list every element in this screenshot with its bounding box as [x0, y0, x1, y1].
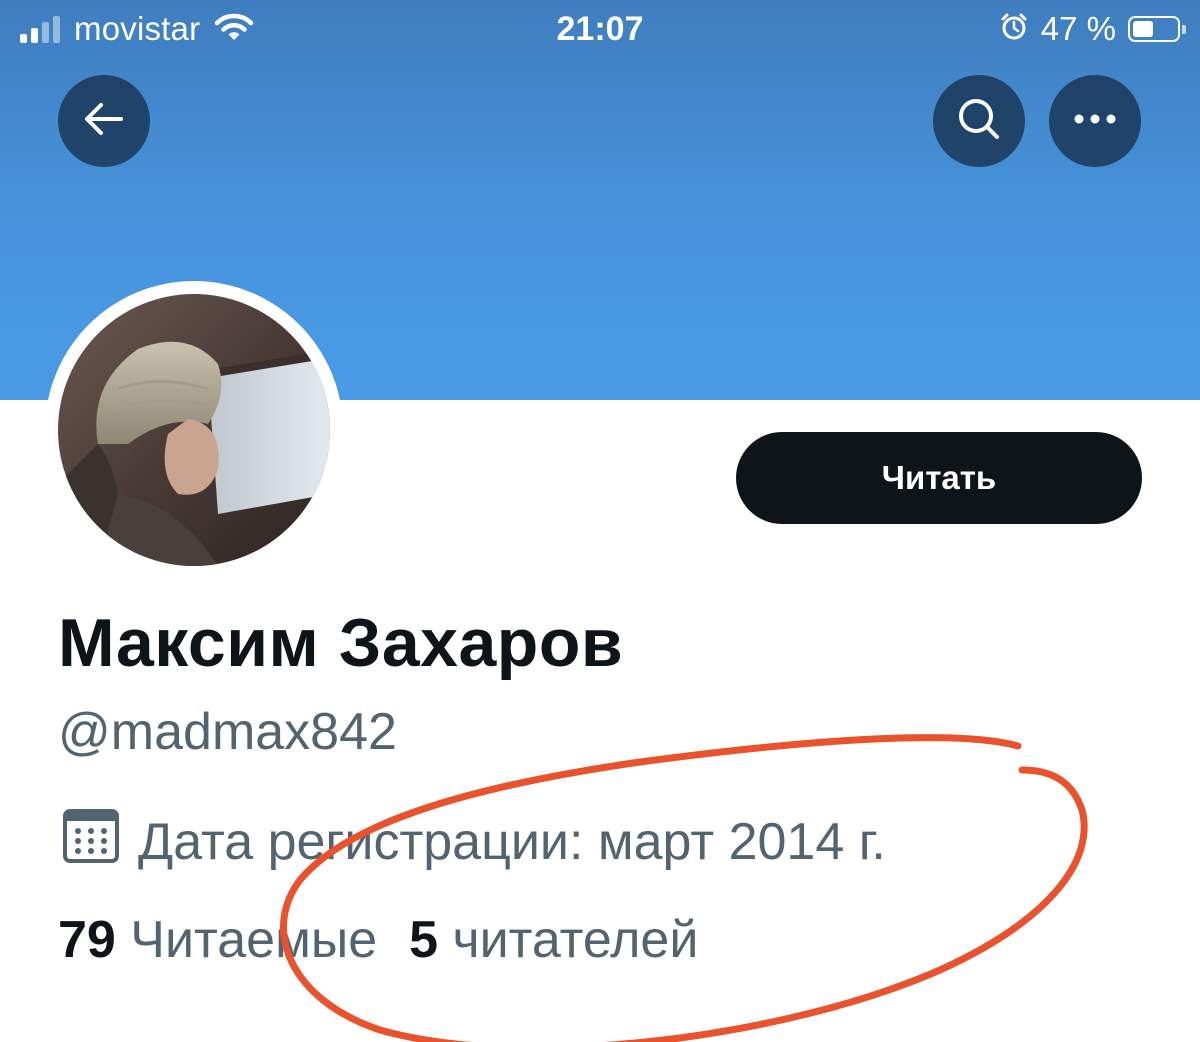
- followers-link[interactable]: 5 читателей: [409, 910, 698, 970]
- more-options-button[interactable]: [1049, 75, 1141, 167]
- search-button[interactable]: [933, 75, 1025, 167]
- alarm-icon: [999, 12, 1029, 47]
- profile-name: Максим Захаров: [58, 605, 624, 681]
- follow-button[interactable]: Читать: [736, 432, 1142, 524]
- battery-percent: 47 %: [1040, 10, 1116, 47]
- status-right: 47 %: [999, 10, 1186, 48]
- status-bar: movistar 21:07 47 %: [0, 0, 1200, 64]
- avatar[interactable]: [58, 294, 330, 566]
- following-count: 79: [58, 911, 116, 969]
- back-arrow-icon: [83, 101, 125, 142]
- calendar-icon: [62, 806, 120, 877]
- joined-date: Дата регистрации: март 2014 г.: [62, 806, 886, 877]
- battery-icon: [1128, 16, 1186, 42]
- search-icon: [956, 96, 1002, 147]
- more-icon: [1073, 112, 1117, 130]
- follow-stats: 79 Читаемые 5 читателей: [58, 910, 698, 970]
- followers-label: читателей: [452, 911, 699, 969]
- following-link[interactable]: 79 Читаемые: [58, 910, 377, 970]
- following-label: Читаемые: [130, 911, 378, 969]
- joined-text: Дата регистрации: март 2014 г.: [138, 812, 886, 871]
- back-button[interactable]: [58, 75, 150, 167]
- followers-count: 5: [409, 911, 439, 969]
- profile-handle: @madmax842: [58, 703, 397, 761]
